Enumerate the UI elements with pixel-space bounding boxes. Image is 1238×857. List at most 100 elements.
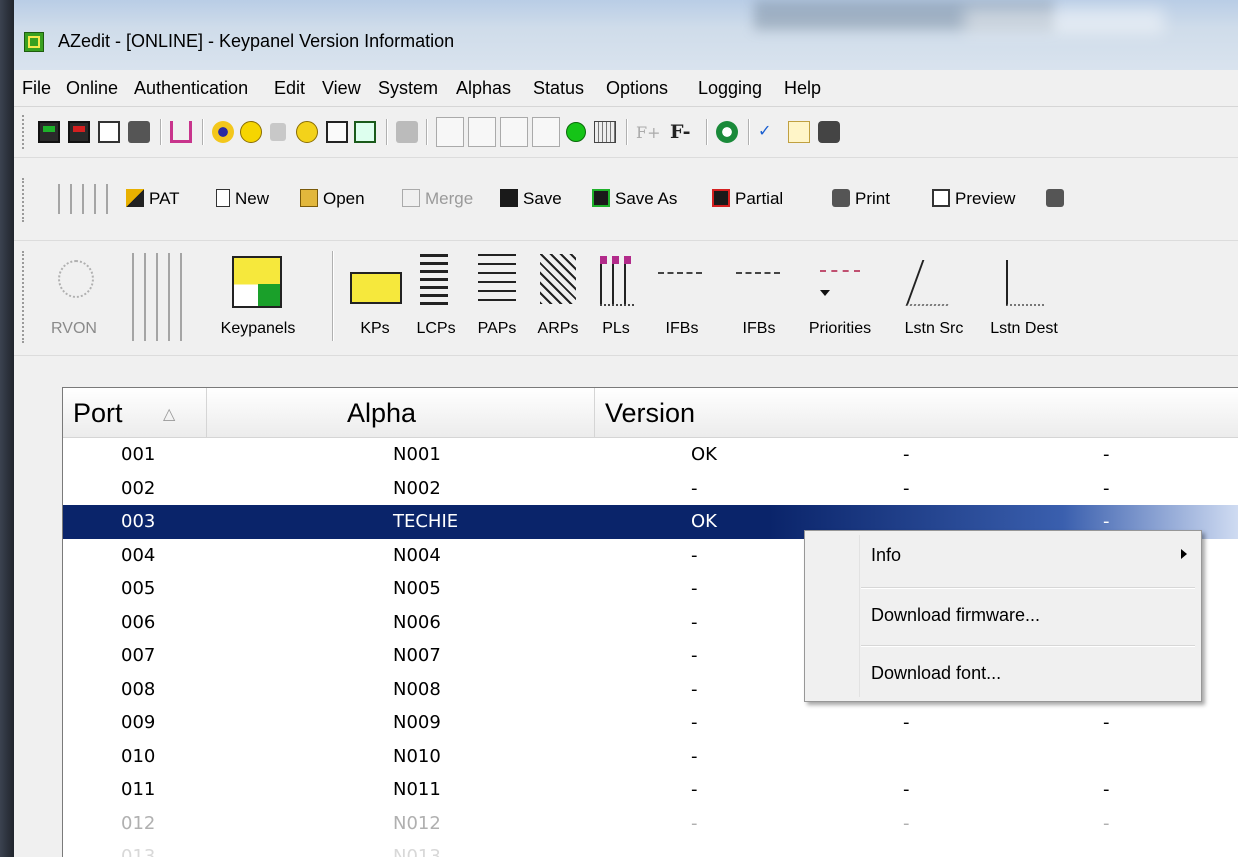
toolbar-grip[interactable]: [22, 178, 27, 222]
arps-button[interactable]: ARPs: [526, 250, 590, 346]
save-icon[interactable]: [38, 121, 60, 143]
preview-icon[interactable]: [98, 121, 120, 143]
pls-button[interactable]: PLs: [584, 250, 648, 346]
cell-version: OK: [691, 511, 717, 532]
new-button[interactable]: New: [216, 189, 269, 209]
copy-alpha-icon[interactable]: [788, 121, 810, 143]
table-row[interactable]: 010 N010 -: [63, 740, 1238, 774]
partial-button[interactable]: Partial: [712, 189, 783, 209]
tools-icon[interactable]: [436, 117, 464, 147]
menu-system[interactable]: System: [378, 78, 438, 99]
lstn-dest-button[interactable]: Lstn Dest: [976, 250, 1072, 346]
cell-version: -: [691, 544, 698, 566]
cell-port: 013: [121, 846, 156, 857]
save-as-button[interactable]: Save As: [592, 189, 677, 209]
toolbar-grip[interactable]: [22, 251, 27, 343]
cell-alpha: N013: [393, 846, 441, 857]
routes-icon[interactable]: [500, 117, 528, 147]
paste-icon[interactable]: [396, 121, 418, 143]
menu-status[interactable]: Status: [533, 78, 584, 99]
online-status-icon[interactable]: [566, 122, 586, 142]
settings-icon[interactable]: [212, 121, 234, 143]
table-row[interactable]: 001 N001 OK - -: [63, 438, 1238, 472]
table-row[interactable]: 012 N012 - - -: [63, 807, 1238, 841]
preview-button[interactable]: Preview: [932, 189, 1015, 209]
listen-destination-icon: [1006, 260, 1044, 306]
save-partial-icon[interactable]: [68, 121, 90, 143]
cell-alpha: N010: [393, 745, 441, 767]
ifbs-button[interactable]: IFBs: [644, 250, 720, 346]
table-row[interactable]: 002 N002 - - -: [63, 472, 1238, 506]
cell-c5: -: [1103, 712, 1110, 733]
window-icon[interactable]: [354, 121, 376, 143]
menu-item-download-font[interactable]: Download font...: [871, 663, 1001, 684]
alpha-tool-icon[interactable]: [818, 121, 840, 143]
smiley-icon[interactable]: [240, 121, 262, 143]
pat-button[interactable]: PAT: [126, 189, 180, 209]
cell-c4: -: [903, 477, 910, 499]
app-icon: [24, 32, 44, 52]
print-button[interactable]: Print: [832, 189, 890, 209]
cell-port: 012: [121, 812, 156, 834]
refresh-icon[interactable]: [716, 121, 738, 143]
table-row[interactable]: 013 N013: [63, 840, 1238, 857]
menu-help[interactable]: Help: [784, 78, 821, 99]
ifbs-alt-button[interactable]: IFBs: [722, 250, 796, 346]
cell-alpha: N006: [393, 611, 441, 633]
cell-version: -: [691, 745, 698, 767]
cell-version: -: [691, 578, 698, 599]
rvon-button[interactable]: RVON: [34, 250, 114, 346]
menu-authentication[interactable]: Authentication: [134, 78, 248, 99]
lcps-button[interactable]: LCPs: [404, 250, 468, 346]
paps-button[interactable]: PAPs: [462, 250, 532, 346]
priorities-button[interactable]: Priorities: [790, 250, 890, 346]
font-increase-icon[interactable]: F+: [636, 123, 666, 142]
keypanels-button[interactable]: Keypanels: [196, 250, 320, 346]
menu-options[interactable]: Options: [606, 78, 668, 99]
routes-add-icon[interactable]: [532, 117, 560, 147]
menu-alphas[interactable]: Alphas: [456, 78, 511, 99]
pat-icon: [126, 189, 144, 207]
cell-port: 011: [121, 779, 156, 800]
kps-button[interactable]: KPs: [340, 250, 410, 346]
table-row[interactable]: 011 N011 - - -: [63, 773, 1238, 807]
cell-version: -: [691, 611, 698, 633]
calculator-icon[interactable]: [594, 121, 616, 143]
font-decrease-icon[interactable]: F-: [670, 121, 700, 143]
menu-online[interactable]: Online: [66, 78, 118, 99]
menu-view[interactable]: View: [322, 78, 361, 99]
lock-icon[interactable]: [270, 123, 286, 141]
open-button[interactable]: Open: [300, 189, 365, 209]
tools-add-icon[interactable]: [468, 117, 496, 147]
smiley-alt-icon[interactable]: [296, 121, 318, 143]
toolbar-grip[interactable]: [22, 115, 27, 149]
cell-port: 004: [121, 544, 156, 566]
cell-version: -: [691, 477, 698, 499]
menu-file[interactable]: File: [22, 78, 51, 99]
preview-icon: [932, 189, 950, 207]
column-header-version[interactable]: Version: [595, 388, 1238, 438]
menu-item-download-firmware[interactable]: Download firmware...: [871, 605, 1040, 626]
column-header-alpha[interactable]: Alpha: [207, 388, 595, 438]
cloud-network-icon: [58, 260, 94, 298]
transfer-icon[interactable]: [170, 121, 192, 143]
title-bar[interactable]: AZedit - [ONLINE] - Keypanel Version Inf…: [14, 0, 1238, 70]
cell-c5: -: [1103, 477, 1110, 499]
cell-c4: -: [903, 712, 910, 733]
merge-button[interactable]: Merge: [402, 189, 473, 209]
lock-panel-icon[interactable]: [326, 121, 348, 143]
menu-logging[interactable]: Logging: [698, 78, 762, 99]
print-icon[interactable]: [128, 121, 150, 143]
menu-edit[interactable]: Edit: [274, 78, 305, 99]
column-header-port[interactable]: Port △: [63, 388, 207, 438]
menu-item-info[interactable]: Info: [871, 545, 901, 566]
lstn-src-button[interactable]: Lstn Src: [892, 250, 976, 346]
spellcheck-icon[interactable]: ✓: [758, 121, 780, 143]
merge-icon: [402, 189, 420, 207]
cell-port: 009: [121, 712, 156, 733]
cell-port: 008: [121, 678, 156, 700]
overflow-print-icon[interactable]: [1046, 189, 1069, 209]
table-row[interactable]: 009 N009 - - -: [63, 706, 1238, 740]
save-button[interactable]: Save: [500, 189, 562, 209]
cell-c4: -: [903, 444, 910, 465]
